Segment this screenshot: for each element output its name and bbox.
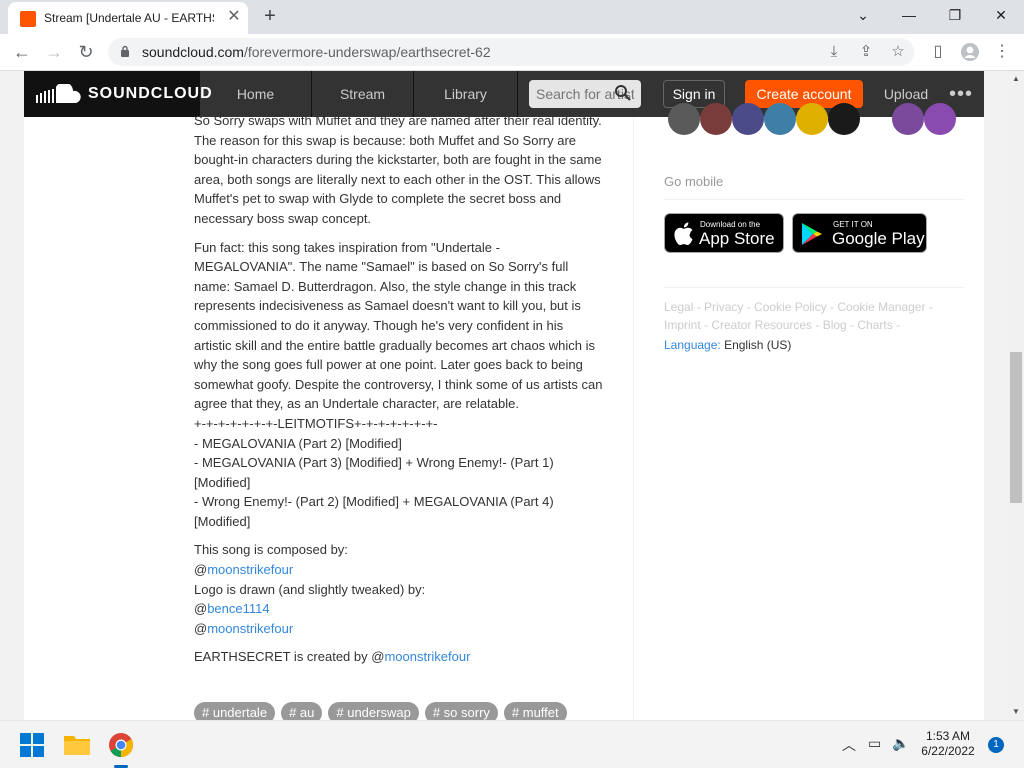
avatar[interactable] bbox=[732, 103, 764, 135]
app-store-small-text: Download on the bbox=[700, 220, 761, 229]
divider bbox=[664, 199, 964, 200]
logo-artist-link[interactable]: bence1114 bbox=[207, 601, 269, 616]
tag-muffet[interactable]: # muffet bbox=[503, 702, 567, 720]
divider bbox=[664, 287, 964, 288]
minimize-button[interactable]: — bbox=[894, 4, 924, 26]
page-viewport: SOUNDCLOUD Home Stream Library Sign in C… bbox=[0, 71, 1008, 720]
tab-search-icon[interactable]: ⌄ bbox=[848, 4, 878, 26]
footer-links-line[interactable]: Imprint - Creator Resources - Blog - Cha… bbox=[664, 317, 964, 335]
more-options-icon[interactable]: ••• bbox=[948, 84, 974, 104]
clock-date: 6/22/2022 bbox=[921, 744, 975, 758]
bookmark-star-icon[interactable]: ☆ bbox=[888, 42, 908, 62]
right-sidebar: Go mobile Download on the App Store GET … bbox=[664, 103, 964, 720]
soundcloud-logo-icon bbox=[36, 84, 81, 103]
tag-list: # undertale # au # underswap # so sorry # mu… bbox=[194, 702, 573, 720]
url-text: soundcloud.com/forevermore-underswap/ear… bbox=[142, 44, 491, 60]
avatar[interactable] bbox=[700, 103, 732, 135]
forward-button[interactable]: → bbox=[42, 40, 66, 64]
leitmotifs-header: +-+-+-+-+-+-+-LEITMOTIFS+-+-+-+-+-+-+- bbox=[194, 415, 438, 431]
track-description: So Sorry swaps with Muffet and they are … bbox=[194, 111, 604, 676]
reload-button[interactable]: ↻ bbox=[74, 40, 98, 64]
volume-icon[interactable]: 🔈 bbox=[892, 735, 909, 752]
back-button[interactable]: ← bbox=[10, 40, 34, 64]
tab-close-icon[interactable]: ✕ bbox=[225, 8, 243, 26]
scroll-down-icon[interactable]: ▼ bbox=[1012, 707, 1020, 716]
soundcloud-favicon-icon bbox=[20, 11, 36, 27]
composer-link[interactable]: moonstrikefour bbox=[207, 562, 293, 577]
avatar[interactable] bbox=[796, 103, 828, 135]
google-play-small-text: GET IT ON bbox=[833, 220, 873, 229]
address-bar[interactable]: soundcloud.com/forevermore-underswap/ear… bbox=[108, 38, 914, 66]
file-explorer-icon[interactable] bbox=[64, 733, 90, 755]
avatar[interactable] bbox=[892, 103, 924, 135]
avatar[interactable] bbox=[828, 103, 860, 135]
network-icon[interactable]: ▭ bbox=[868, 735, 881, 752]
tag-underswap[interactable]: # underswap bbox=[328, 702, 419, 720]
language-selector[interactable]: Language: English (US) bbox=[664, 338, 791, 352]
description-paragraph: So Sorry swaps with Muffet and they are … bbox=[194, 113, 602, 226]
page-scrollbar[interactable]: ▲ ▼ bbox=[1008, 71, 1024, 720]
page-content: So Sorry swaps with Muffet and they are … bbox=[24, 103, 984, 720]
footer-links: Legal - Privacy - Cookie Policy - Cookie… bbox=[664, 299, 964, 334]
avatar[interactable] bbox=[668, 103, 700, 135]
logo-artist-link[interactable]: moonstrikefour bbox=[207, 621, 293, 636]
lock-icon bbox=[121, 45, 129, 57]
chevron-up-icon[interactable]: ︿ bbox=[842, 735, 856, 755]
close-window-button[interactable]: ✕ bbox=[986, 4, 1016, 26]
side-panel-icon[interactable]: ▯ bbox=[928, 42, 948, 62]
footer-links-line[interactable]: Legal - Privacy - Cookie Policy - Cookie… bbox=[664, 299, 964, 317]
app-store-badge[interactable]: Download on the App Store bbox=[664, 213, 784, 253]
tag-au[interactable]: # au bbox=[281, 702, 323, 720]
windows-taskbar: ︿ ▭ 🔈 1:53 AM 6/22/2022 1 bbox=[0, 720, 1024, 768]
tab-title: Stream [Undertale AU - EARTHSECRET] ... bbox=[44, 11, 214, 25]
search-icon[interactable] bbox=[614, 84, 632, 102]
language-label: Language: bbox=[664, 338, 721, 352]
system-clock[interactable]: 1:53 AM 6/22/2022 bbox=[912, 729, 984, 759]
tag-so-sorry[interactable]: # so sorry bbox=[424, 702, 498, 720]
app-store-big-text: App Store bbox=[699, 229, 775, 248]
go-mobile-heading: Go mobile bbox=[664, 174, 724, 189]
avatar[interactable] bbox=[764, 103, 796, 135]
profile-avatar-icon[interactable] bbox=[960, 42, 980, 62]
created-by-paragraph: EARTHSECRET is created by @moonstrikefou… bbox=[194, 649, 471, 665]
notification-badge[interactable]: 1 bbox=[988, 737, 1004, 753]
google-play-icon bbox=[802, 223, 822, 245]
google-play-badge[interactable]: GET IT ON Google Play bbox=[792, 213, 927, 253]
track-description-column: So Sorry swaps with Muffet and they are … bbox=[24, 113, 634, 720]
clock-time: 1:53 AM bbox=[925, 729, 971, 743]
description-paragraph: Fun fact: this song takes inspiration fr… bbox=[194, 239, 603, 529]
soundcloud-logo[interactable]: SOUNDCLOUD bbox=[24, 71, 212, 117]
leitmotif-item: - MEGALOVANIA (Part 2) [Modified] bbox=[194, 435, 402, 451]
apple-icon bbox=[674, 222, 693, 246]
language-value[interactable]: English (US) bbox=[724, 338, 791, 352]
install-app-icon[interactable]: ⤓ bbox=[824, 42, 844, 62]
logo-text: SOUNDCLOUD bbox=[88, 85, 213, 102]
leitmotif-item: - MEGALOVANIA (Part 3) [Modified] + Wron… bbox=[194, 455, 554, 490]
browser-titlebar: Stream [Undertale AU - EARTHSECRET] ... … bbox=[0, 0, 1024, 34]
restore-button[interactable]: ❐ bbox=[940, 4, 970, 26]
share-icon[interactable]: ⇪ bbox=[856, 42, 876, 62]
leitmotif-item: - Wrong Enemy!- (Part 2) [Modified] + ME… bbox=[194, 494, 554, 529]
google-play-big-text: Google Play bbox=[832, 229, 925, 248]
new-tab-button[interactable]: + bbox=[258, 4, 282, 28]
chrome-icon[interactable] bbox=[108, 732, 134, 758]
windows-start-icon[interactable] bbox=[20, 733, 44, 757]
browser-tab[interactable]: Stream [Undertale AU - EARTHSECRET] ... … bbox=[8, 2, 248, 34]
creator-link[interactable]: moonstrikefour bbox=[384, 649, 470, 664]
scroll-up-icon[interactable]: ▲ bbox=[1012, 74, 1020, 83]
tag-undertale[interactable]: # undertale bbox=[194, 702, 276, 720]
avatar[interactable] bbox=[924, 103, 956, 135]
scroll-thumb[interactable] bbox=[1010, 352, 1022, 503]
credits-paragraph: This song is composed by: @moonstrikefou… bbox=[194, 542, 426, 636]
chrome-menu-icon[interactable]: ⋮ bbox=[992, 42, 1012, 62]
browser-toolbar: ← → ↻ soundcloud.com/forevermore-undersw… bbox=[0, 34, 1024, 71]
